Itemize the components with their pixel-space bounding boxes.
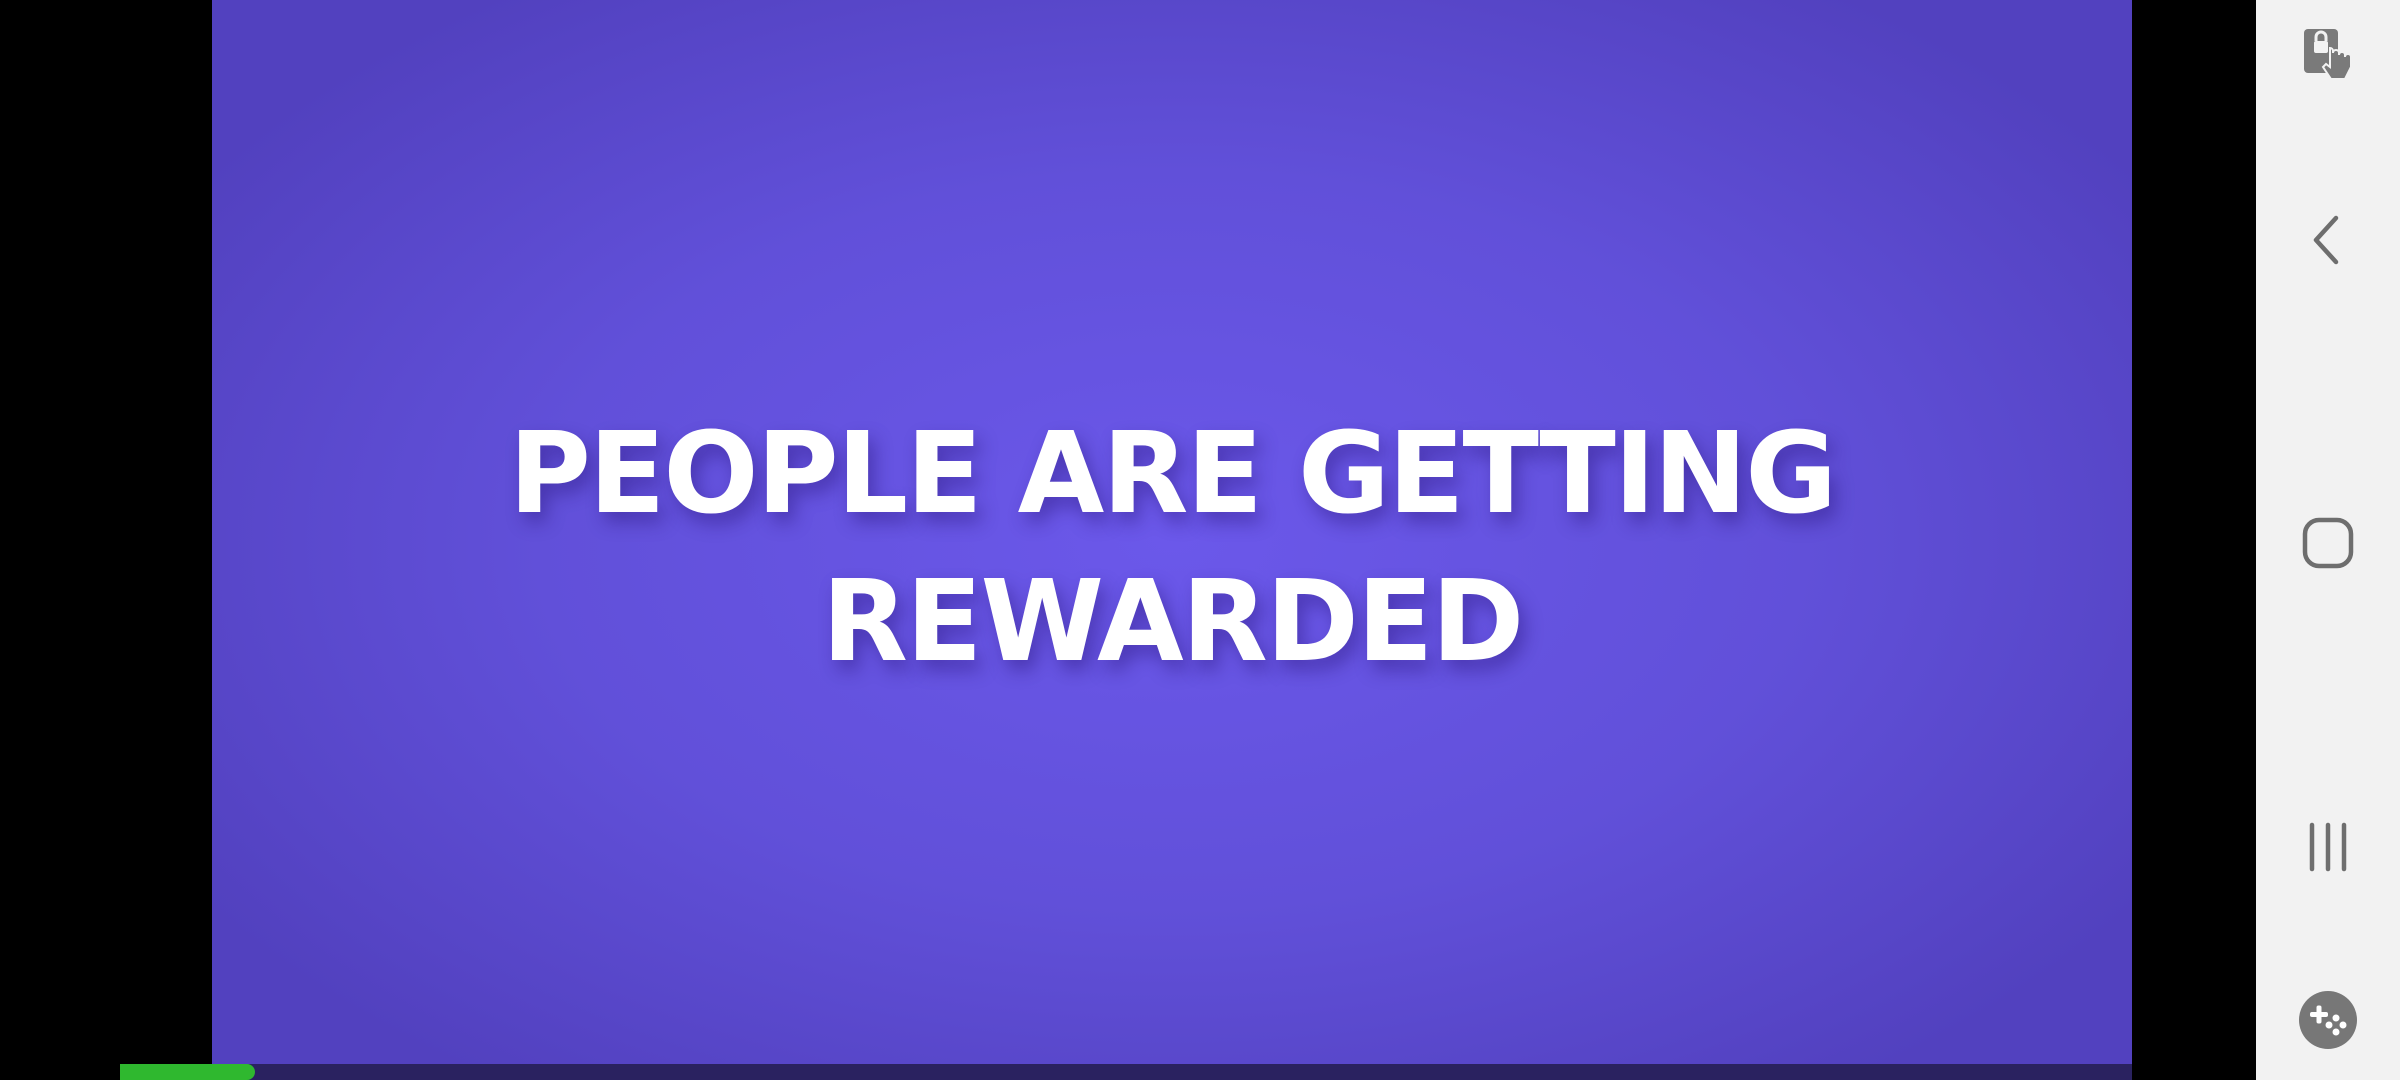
home-button[interactable] [2256, 508, 2400, 578]
headline-line-1: PEOPLE ARE GETTING [508, 409, 1837, 539]
video-player[interactable]: PEOPLE ARE GETTING REWARDED [212, 0, 2132, 1080]
video-progress-bar[interactable] [120, 1064, 2132, 1080]
video-headline: PEOPLE ARE GETTING REWARDED [212, 400, 2132, 696]
navigation-bar [2256, 0, 2400, 1080]
game-tools-icon [2299, 991, 2357, 1049]
back-icon [2313, 215, 2339, 265]
game-tools-button[interactable] [2256, 985, 2400, 1055]
screen-lock-touch-icon [2304, 29, 2352, 80]
back-button[interactable] [2256, 205, 2400, 275]
screen-lock-touch-button[interactable] [2256, 20, 2400, 90]
headline-line-2: REWARDED [821, 557, 1525, 687]
screen: PEOPLE ARE GETTING REWARDED [0, 0, 2400, 1080]
home-icon [2302, 517, 2354, 569]
video-progress-fill [120, 1064, 255, 1080]
recent-apps-button[interactable] [2256, 812, 2400, 882]
recent-apps-icon [2309, 822, 2347, 872]
